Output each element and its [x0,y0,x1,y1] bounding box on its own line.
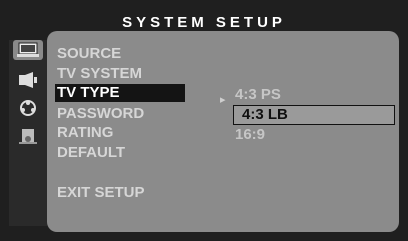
audio-setup-icon[interactable] [13,70,43,90]
menu-item-password[interactable]: PASSWORD [57,105,144,123]
speaker-setup-icon[interactable] [13,126,43,146]
menu-item-rating[interactable]: RATING [57,124,113,142]
option-16-9[interactable]: 16:9 [235,126,265,144]
menu-item-exit-setup[interactable]: EXIT SETUP [57,184,145,202]
setup-category-bar [9,40,47,226]
system-setup-panel: SOURCE TV SYSTEM TV TYPE PASSWORD RATING… [47,31,399,232]
submenu-arrow-icon: ▸ [220,94,226,106]
page-title: SYSTEM SETUP [122,14,286,31]
option-4-3-ps[interactable]: 4:3 PS [235,86,281,104]
option-4-3-lb[interactable]: 4:3 LB [233,105,395,125]
osd-screen: SYSTEM SETUP SOURCE TV SYSTEM TV TYPE PA… [0,0,408,241]
menu-item-tv-system[interactable]: TV SYSTEM [57,65,142,83]
video-setup-icon[interactable] [13,98,43,118]
menu-item-source[interactable]: SOURCE [57,45,121,63]
menu-item-default[interactable]: DEFAULT [57,144,125,162]
general-setup-icon[interactable] [13,40,43,60]
menu-item-tv-type[interactable]: TV TYPE [55,84,185,102]
